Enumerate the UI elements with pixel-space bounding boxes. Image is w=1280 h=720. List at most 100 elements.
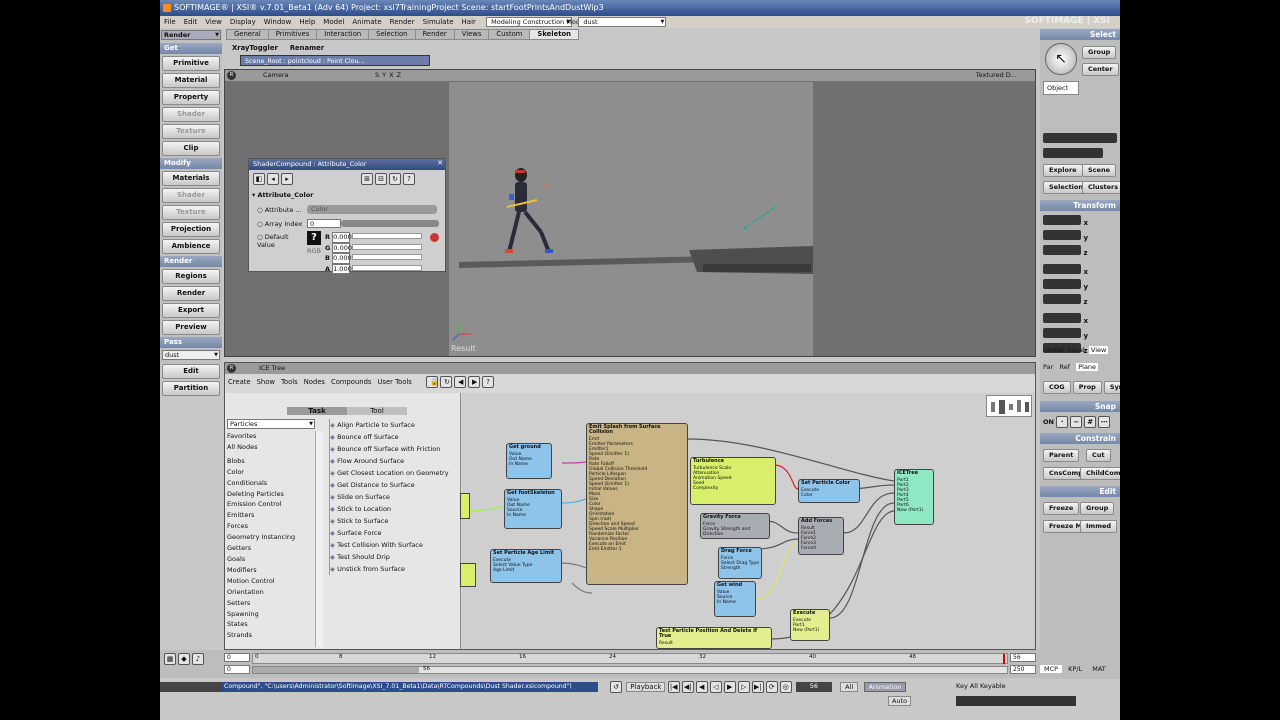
- key-all-keyable-combo[interactable]: Key All Keyable: [956, 682, 1116, 692]
- key-icon[interactable]: ◆: [178, 653, 190, 665]
- snap-options-icon[interactable]: ⋯: [1098, 416, 1111, 428]
- category-item[interactable]: Goals: [227, 554, 313, 565]
- menu-file[interactable]: File: [160, 18, 180, 26]
- compound-item[interactable]: ◈ Stick to Location: [330, 503, 459, 515]
- compound-item[interactable]: ◈ Align Particle to Surface: [330, 419, 459, 431]
- tab-custom[interactable]: Custom: [488, 29, 531, 40]
- plane-button[interactable]: Plane: [1076, 363, 1099, 371]
- freeze-button[interactable]: Freeze: [1043, 502, 1080, 515]
- object-button[interactable]: Object: [1043, 81, 1079, 95]
- menu-edit[interactable]: Edit: [180, 18, 202, 26]
- immed-button[interactable]: Immed: [1080, 520, 1118, 533]
- scene-root-tab[interactable]: Scene_Root : pointcloud : Point Clou...: [240, 55, 430, 66]
- cog-button[interactable]: COG: [1043, 381, 1071, 394]
- scene-button[interactable]: Scene: [1082, 164, 1116, 177]
- mode-combo[interactable]: Modeling Construction Mode: [486, 17, 584, 27]
- first-frame-icon[interactable]: |◀: [667, 681, 680, 693]
- next-icon[interactable]: ▸: [281, 173, 293, 185]
- partition-button[interactable]: Partition: [162, 381, 220, 396]
- ice-node[interactable]: Set Particle Age Limit Execute Select Val…: [490, 549, 562, 583]
- category-item[interactable]: All Nodes: [227, 442, 313, 453]
- forward-icon[interactable]: ▶: [468, 376, 481, 388]
- modify-shader-button[interactable]: Shader: [162, 188, 220, 203]
- tab-views[interactable]: Views: [453, 29, 490, 40]
- parent-button[interactable]: Parent: [1043, 449, 1080, 462]
- ice-menu-user-tools[interactable]: User Tools: [374, 378, 414, 386]
- clip-button[interactable]: Clip: [162, 141, 220, 156]
- timeline-end-field[interactable]: 56: [1010, 653, 1036, 662]
- texture-button[interactable]: Texture: [162, 124, 220, 139]
- edit-group-button[interactable]: Group: [1080, 502, 1115, 515]
- selection-combo[interactable]: dust: [578, 17, 667, 27]
- export-button[interactable]: Export: [162, 303, 220, 318]
- menu-model[interactable]: Model: [319, 18, 348, 26]
- frame-field[interactable]: 56: [795, 682, 832, 692]
- category-scrollbar[interactable]: [315, 431, 323, 647]
- ice-menu-nodes[interactable]: Nodes: [301, 378, 328, 386]
- category-item[interactable]: Setters: [227, 598, 313, 609]
- primitive-button[interactable]: Primitive: [162, 56, 220, 71]
- ice-node[interactable]: Turbulence Turbulence Scale Attenuation An…: [690, 457, 776, 505]
- timeline-start-field-2[interactable]: 0: [224, 665, 250, 674]
- viewport-r-icon[interactable]: R: [227, 71, 236, 80]
- category-item[interactable]: Forces: [227, 521, 313, 532]
- compound-item[interactable]: ◈ Get Distance to Surface: [330, 479, 459, 491]
- playhead[interactable]: [1003, 654, 1005, 664]
- kpl-tab[interactable]: KP/L: [1064, 665, 1086, 673]
- material-button[interactable]: Material: [162, 73, 220, 88]
- ice-node[interactable]: Set Particle Color Execute Color: [798, 479, 860, 503]
- lock-icon[interactable]: ◧: [253, 173, 265, 185]
- category-item[interactable]: Geometry Instancing: [227, 532, 313, 543]
- local-button[interactable]: Local: [1068, 346, 1085, 354]
- tab-selection[interactable]: Selection: [368, 29, 416, 40]
- menu-help[interactable]: Help: [295, 18, 319, 26]
- category-item[interactable]: Emitters: [227, 510, 313, 521]
- ice-node[interactable]: Drag Force Force Select Drag Type Strength: [718, 547, 762, 579]
- tab-primitives[interactable]: Primitives: [267, 29, 318, 40]
- command-line[interactable]: Compound", "C:\users\Administrator\Softi…: [222, 682, 598, 692]
- next-frame-icon[interactable]: ▷: [737, 681, 750, 693]
- compound-item[interactable]: ◈ Stick to Surface: [330, 515, 459, 527]
- mcp-tab[interactable]: MCP: [1040, 665, 1063, 673]
- ice-menu-compounds[interactable]: Compounds: [328, 378, 374, 386]
- ice-node[interactable]: Get ground Value Out Name In Name: [506, 443, 552, 479]
- viewport-axis-icons[interactable]: SYXZ: [375, 70, 404, 81]
- tab-render[interactable]: Render: [414, 29, 455, 40]
- grid-icon[interactable]: ▦: [164, 653, 176, 665]
- sym-button[interactable]: Sym: [1103, 381, 1120, 394]
- ice-node[interactable]: Emit Splash from Surface Collision Emit E…: [586, 423, 688, 585]
- playback-options-icon[interactable]: ↺: [610, 681, 622, 693]
- prev-key-icon[interactable]: ◀|: [681, 681, 694, 693]
- ice-bird-view[interactable]: [986, 395, 1032, 417]
- category-item[interactable]: Emission Control: [227, 499, 313, 510]
- color-swatch[interactable]: ?: [307, 231, 321, 245]
- ice-node[interactable]: Gravity Force Force Gravity Strength and …: [700, 513, 770, 539]
- timeline-track[interactable]: 0 8 12 16 24 32 40 48: [252, 653, 1008, 664]
- attribute-color-section[interactable]: ▾ Attribute_Color: [252, 191, 313, 199]
- tab-skeleton[interactable]: Skeleton: [529, 29, 579, 40]
- ice-help-icon[interactable]: ?: [482, 376, 495, 388]
- preview-button[interactable]: Preview: [162, 320, 220, 335]
- ice-node[interactable]: Get wind Value Source In Name: [714, 581, 756, 617]
- center-button[interactable]: Center: [1082, 63, 1119, 76]
- renamer-button[interactable]: Renamer: [284, 44, 330, 52]
- menu-animate[interactable]: Animate: [348, 18, 385, 26]
- global-button[interactable]: Global: [1043, 346, 1064, 354]
- display-mode-label[interactable]: Textured D...: [976, 70, 1017, 81]
- task-tab[interactable]: Task: [287, 407, 347, 415]
- refresh-icon[interactable]: ↻: [389, 173, 401, 185]
- category-item[interactable]: Conditionals: [227, 478, 313, 489]
- category-item[interactable]: Orientation: [227, 587, 313, 598]
- ice-node[interactable]: Test Particle Position And Delete If Tru…: [656, 627, 772, 649]
- category-item[interactable]: Modifiers: [227, 565, 313, 576]
- close-icon[interactable]: ✕: [437, 159, 443, 167]
- range-slider-handle[interactable]: [253, 667, 419, 673]
- help-icon[interactable]: ?: [403, 173, 415, 185]
- compound-item[interactable]: ◈ Test Collision With Surface: [330, 539, 459, 551]
- select-field-2[interactable]: [1043, 148, 1103, 158]
- category-item[interactable]: States: [227, 619, 313, 630]
- auto-key-button[interactable]: Auto: [888, 696, 912, 706]
- compound-item[interactable]: ◈ Slide on Surface: [330, 491, 459, 503]
- explore-button[interactable]: Explore: [1043, 164, 1083, 177]
- prev-frame-icon[interactable]: ◀: [695, 681, 708, 693]
